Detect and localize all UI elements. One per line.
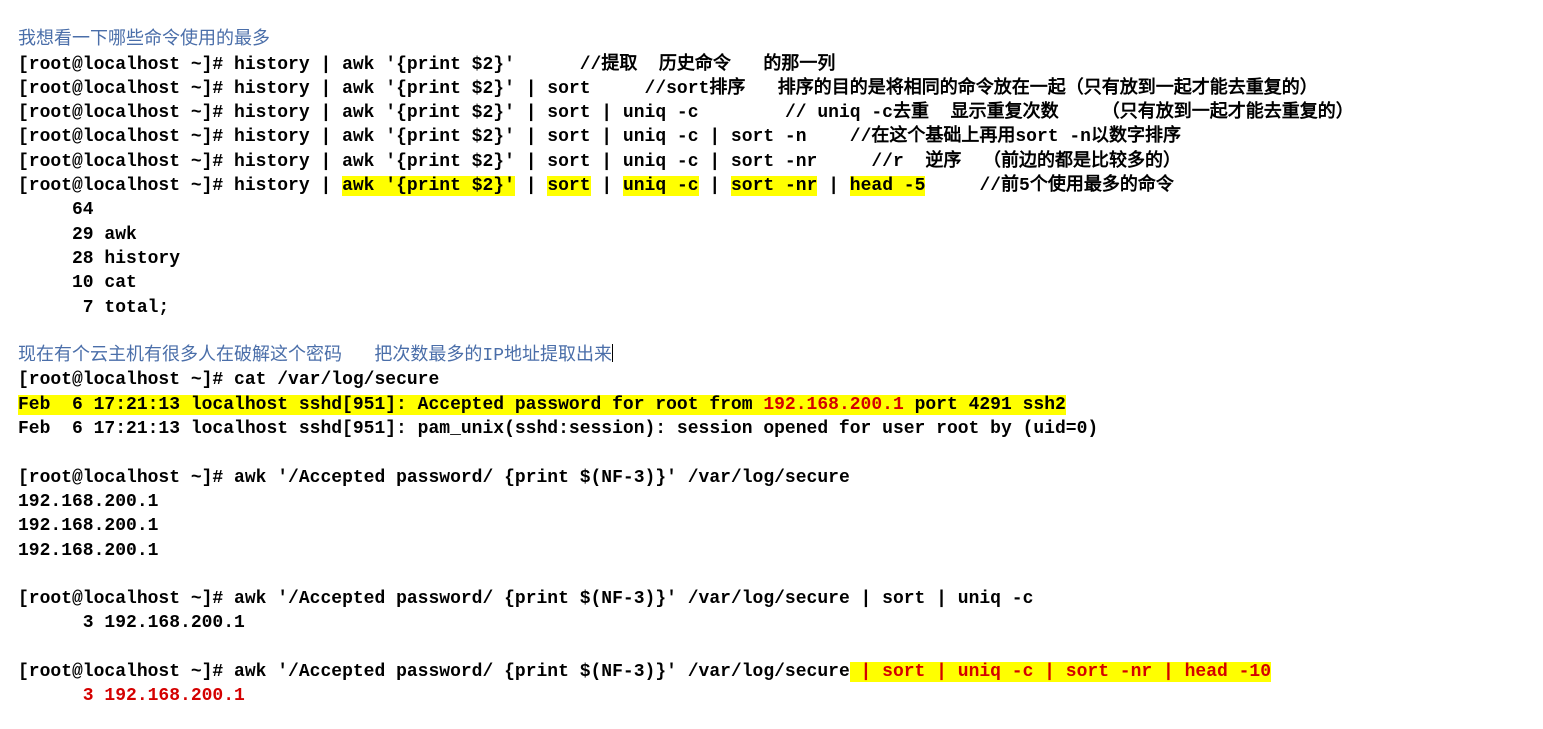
cmd-line-6-pre: history | [234, 176, 342, 196]
secure-line-session: Feb 6 17:21:13 localhost sshd[951]: pam_… [18, 419, 1098, 439]
gap [591, 79, 645, 99]
comment-4: //在这个基础上再用sort -n以数字排序 [850, 127, 1181, 147]
hist-out-row: 64 [18, 200, 94, 220]
cmd-line-6-uniq: uniq -c [623, 176, 699, 196]
cat-cmd: cat /var/log/secure [234, 370, 439, 390]
prompt: [root@localhost ~]# [18, 152, 234, 172]
prompt: [root@localhost ~]# [18, 127, 234, 147]
comment-6: //前5个使用最多的命令 [979, 176, 1173, 196]
hist-out-row: 29 awk [18, 225, 137, 245]
awk-cmd-3-pre: awk '/Accepted password/ {print $(NF-3)}… [234, 662, 850, 682]
prompt: [root@localhost ~]# [18, 103, 234, 123]
cmd-line-4: history | awk '{print $2}' | sort | uniq… [234, 127, 807, 147]
comment-1: //提取 历史命令 的那一列 [580, 55, 836, 75]
heading-2: 现在有个云主机有很多人在破解这个密码 把次数最多的IP地址提取出来 [18, 346, 612, 366]
cmd-line-6-awk: awk '{print $2}' [342, 176, 515, 196]
pipe: | [515, 176, 547, 196]
prompt: [root@localhost ~]# [18, 589, 234, 609]
pipe: | [699, 176, 731, 196]
secure-line-accepted-b: port 4291 ssh2 [904, 395, 1066, 415]
awk1-out-row: 192.168.200.1 [18, 541, 158, 561]
gap [817, 152, 871, 172]
cmd-line-6-head: head -5 [850, 176, 926, 196]
awk2-out: 3 192.168.200.1 [18, 613, 245, 633]
text-caret-icon [612, 344, 613, 362]
comment-5: //r 逆序 （前边的都是比较多的） [871, 152, 1181, 172]
gap [925, 176, 979, 196]
gap [515, 55, 580, 75]
pipe: | [591, 176, 623, 196]
secure-line-accepted-ip: 192.168.200.1 [763, 395, 903, 415]
cmd-line-5: history | awk '{print $2}' | sort | uniq… [234, 152, 817, 172]
hist-out-row: 10 cat [18, 273, 137, 293]
prompt: [root@localhost ~]# [18, 468, 234, 488]
comment-3: // uniq -c去重 显示重复次数 （只有放到一起才能去重复的） [785, 103, 1354, 123]
hist-out-row: 7 total; [18, 298, 169, 318]
cmd-line-2: history | awk '{print $2}' | sort [234, 79, 590, 99]
awk-cmd-2: awk '/Accepted password/ {print $(NF-3)}… [234, 589, 1033, 609]
heading-1: 我想看一下哪些命令使用的最多 [18, 30, 270, 50]
comment-2: //sort排序 排序的目的是将相同的命令放在一起（只有放到一起才能去重复的） [645, 79, 1318, 99]
cmd-line-3: history | awk '{print $2}' | sort | uniq… [234, 103, 698, 123]
prompt: [root@localhost ~]# [18, 176, 234, 196]
gap [699, 103, 785, 123]
hist-out-row: 28 history [18, 249, 180, 269]
awk1-out-row: 192.168.200.1 [18, 492, 158, 512]
cmd-line-6-sortnr: sort -nr [731, 176, 817, 196]
awk3-out: 3 192.168.200.1 [18, 686, 245, 706]
awk-cmd-3-tail: | sort | uniq -c | sort -nr | head -10 [850, 662, 1271, 682]
gap [807, 127, 850, 147]
prompt: [root@localhost ~]# [18, 55, 234, 75]
cmd-line-6-sort: sort [547, 176, 590, 196]
cmd-line-1: history | awk '{print $2}' [234, 55, 515, 75]
prompt: [root@localhost ~]# [18, 662, 234, 682]
pipe: | [817, 176, 849, 196]
awk-cmd-1: awk '/Accepted password/ {print $(NF-3)}… [234, 468, 850, 488]
awk1-out-row: 192.168.200.1 [18, 516, 158, 536]
prompt: [root@localhost ~]# [18, 79, 234, 99]
secure-line-accepted-a: Feb 6 17:21:13 localhost sshd[951]: Acce… [18, 395, 763, 415]
prompt: [root@localhost ~]# [18, 370, 234, 390]
